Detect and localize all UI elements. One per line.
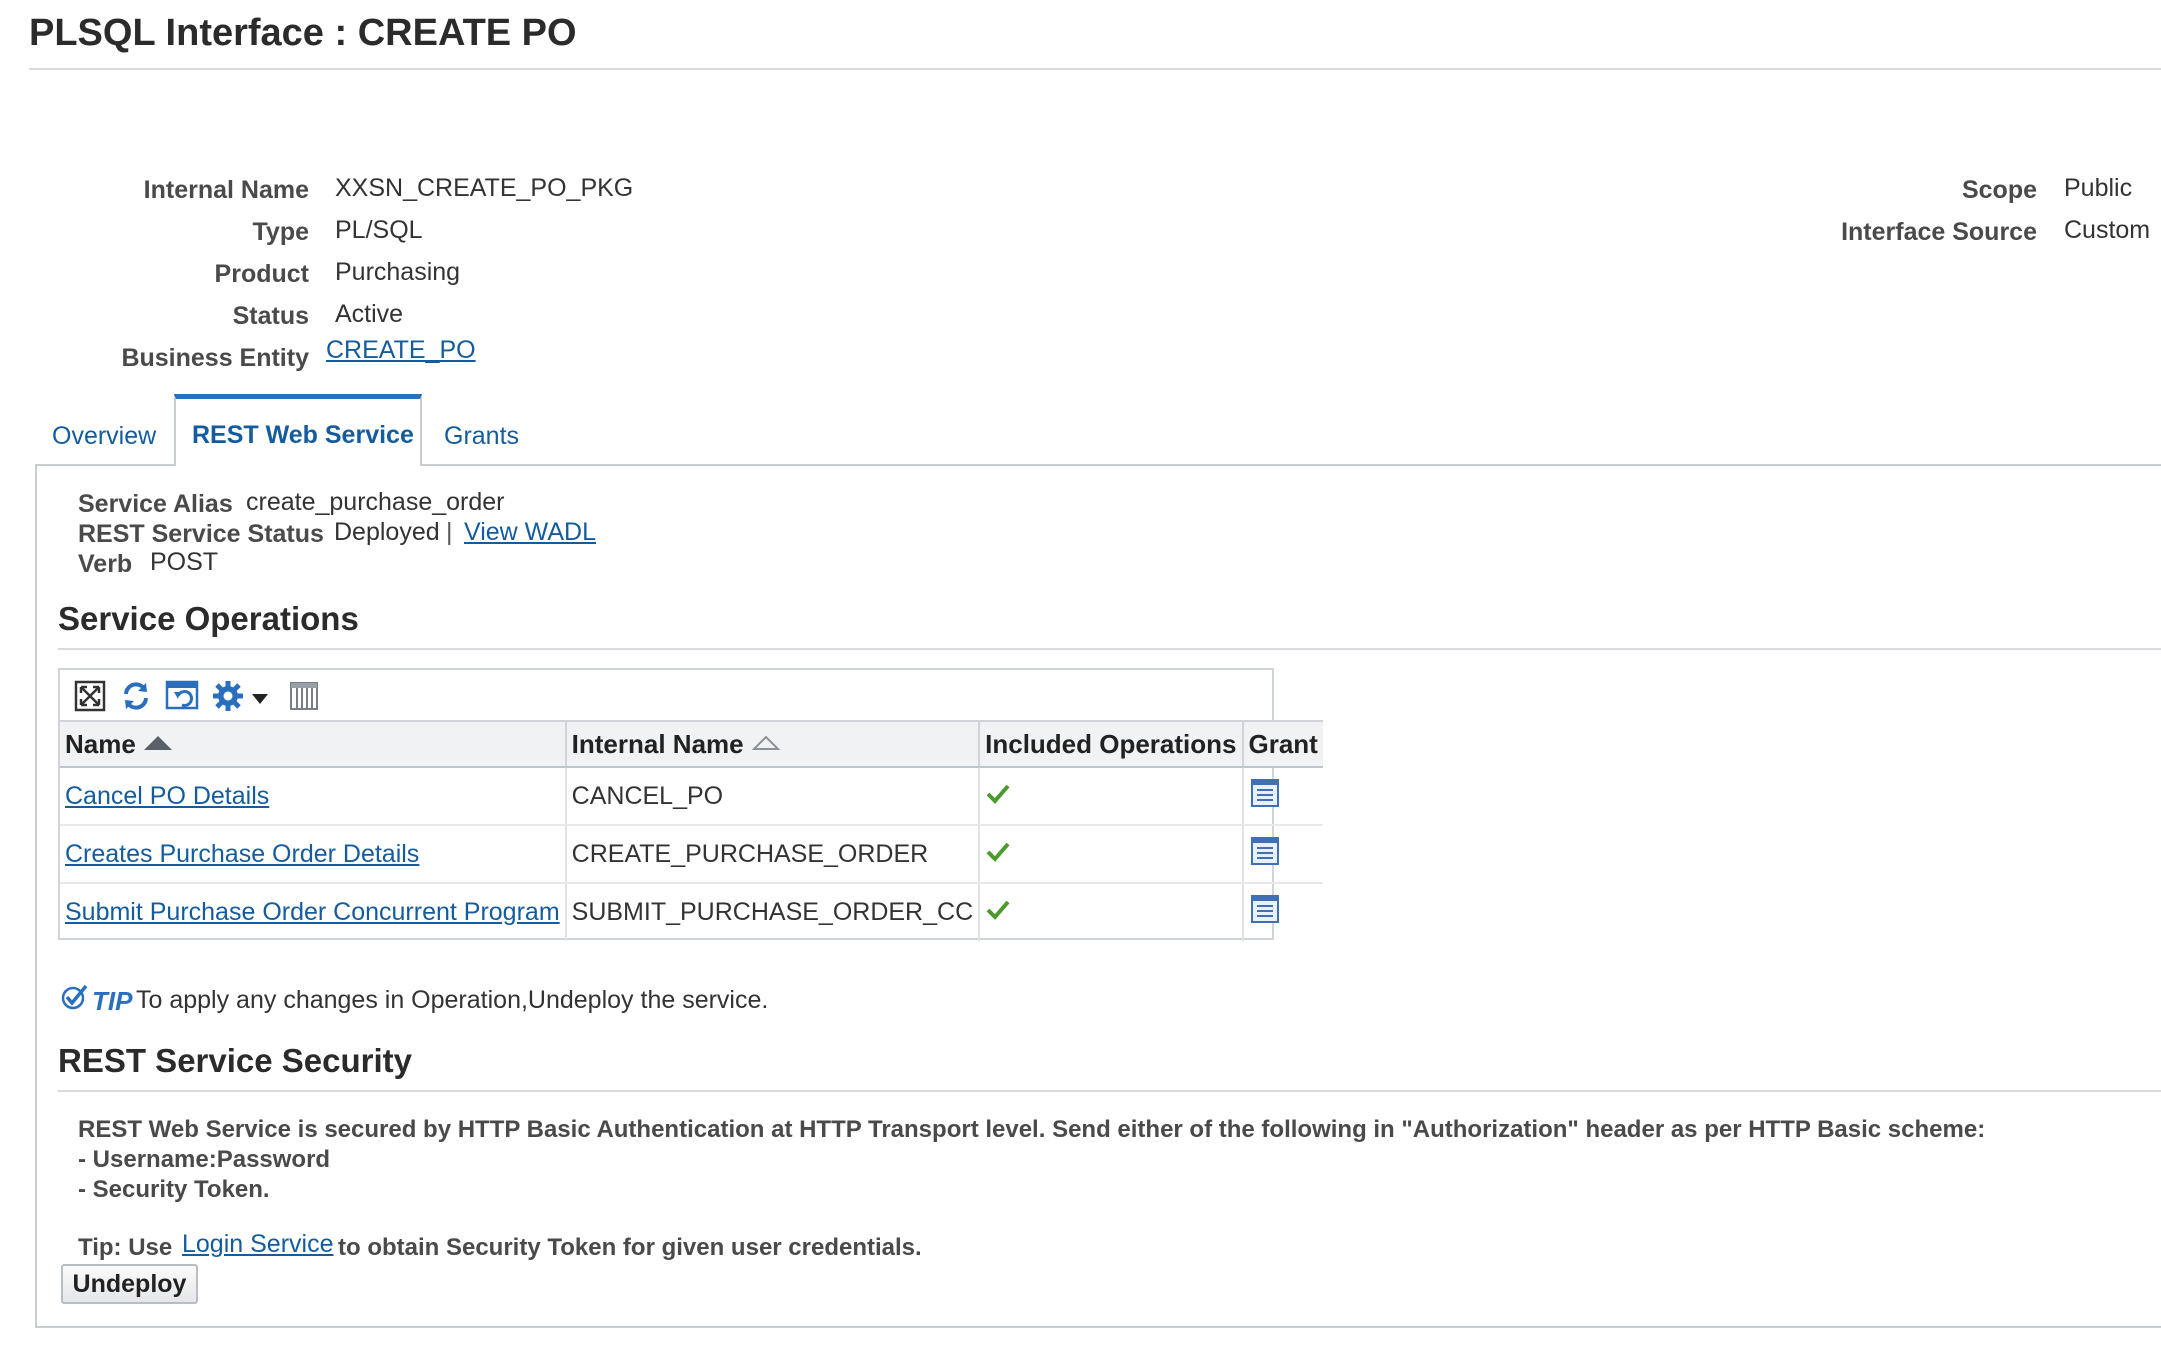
operation-name-link[interactable]: Creates Purchase Order Details [65, 840, 419, 868]
table-row: Submit Purchase Order Concurrent Program… [60, 883, 1323, 941]
status-separator: | [446, 518, 453, 546]
page-title: PLSQL Interface : CREATE PO [29, 12, 577, 54]
verb-value: POST [150, 548, 219, 576]
table-toolbar [60, 670, 1272, 720]
security-description: REST Web Service is secured by HTTP Basi… [78, 1116, 1986, 1143]
reset-icon[interactable] [164, 678, 200, 714]
grant-details-icon[interactable] [1249, 893, 1281, 925]
internal-name-label: Internal Name [143, 176, 309, 204]
operation-name-link[interactable]: Submit Purchase Order Concurrent Program [65, 898, 560, 926]
tip-check-icon [61, 984, 88, 1010]
rest-service-security-heading: REST Service Security [58, 1042, 413, 1079]
tip-label: TIP [92, 986, 133, 1016]
service-alias-label: Service Alias [78, 490, 233, 518]
columns-icon[interactable] [286, 678, 322, 714]
business-entity-link[interactable]: CREATE_PO [326, 336, 476, 365]
column-header-included-operations: Included Operations [979, 720, 1244, 768]
tip-text: To apply any changes in Operation,Undepl… [136, 986, 769, 1014]
grant-details-icon[interactable] [1249, 835, 1281, 867]
type-label: Type [252, 218, 310, 246]
rest-service-security-divider [58, 1090, 2161, 1092]
rest-status-value: Deployed [334, 518, 440, 546]
login-service-link[interactable]: Login Service [182, 1230, 333, 1259]
check-icon [986, 900, 1010, 920]
check-icon [986, 784, 1010, 804]
operation-name-link[interactable]: Cancel PO Details [65, 782, 269, 810]
view-wadl-link[interactable]: View WADL [464, 518, 596, 547]
service-operations-heading: Service Operations [58, 600, 359, 637]
table-row: Cancel PO Details CANCEL_PO [60, 767, 1323, 826]
column-header-internal-name-label: Internal Name [571, 728, 744, 759]
product-value: Purchasing [335, 258, 461, 286]
tab-overview[interactable]: Overview [52, 422, 156, 451]
tab-grants[interactable]: Grants [444, 422, 519, 451]
column-header-internal-name[interactable]: Internal Name [565, 720, 981, 768]
dropdown-arrow-icon[interactable] [248, 678, 272, 714]
undeploy-button[interactable]: Undeploy [61, 1264, 198, 1304]
sort-ascending-icon[interactable] [143, 735, 172, 750]
tab-rest-web-service[interactable]: REST Web Service [174, 394, 422, 466]
operation-internal-name: CREATE_PURCHASE_ORDER [565, 825, 981, 884]
operations-table-panel: Name Internal Name Included Operations G… [58, 668, 1323, 941]
interface-source-value: Custom [2064, 216, 2151, 244]
product-label: Product [214, 260, 309, 288]
service-alias-value: create_purchase_order [246, 488, 505, 516]
operation-internal-name: SUBMIT_PURCHASE_ORDER_CC [565, 883, 981, 941]
table-header-row: Name Internal Name Included Operations G… [60, 720, 1323, 768]
column-header-name[interactable]: Name [60, 720, 567, 768]
operations-table: Name Internal Name Included Operations G… [60, 720, 1323, 941]
rest-status-label: REST Service Status [78, 520, 324, 548]
status-label: Status [232, 302, 309, 330]
grant-details-icon[interactable] [1249, 777, 1281, 809]
table-row: Creates Purchase Order Details CREATE_PU… [60, 825, 1323, 884]
business-entity-label: Business Entity [121, 344, 309, 372]
security-tip-prefix: Tip: Use [78, 1234, 173, 1261]
security-option-token: - Security Token. [78, 1176, 270, 1203]
operation-internal-name: CANCEL_PO [565, 767, 981, 826]
verb-label: Verb [78, 550, 133, 578]
title-divider [29, 68, 2161, 70]
settings-icon[interactable] [210, 678, 246, 714]
scope-value: Public [2064, 174, 2133, 202]
scope-label: Scope [1961, 176, 2037, 204]
security-option-credentials: - Username:Password [78, 1146, 331, 1173]
type-value: PL/SQL [335, 216, 423, 244]
status-value: Active [335, 300, 404, 328]
check-icon [986, 842, 1010, 862]
column-header-grant: Grant [1242, 720, 1323, 768]
refresh-icon[interactable] [118, 678, 154, 714]
sort-unsorted-icon[interactable] [751, 735, 780, 751]
service-operations-divider [58, 648, 2161, 650]
interface-source-label: Interface Source [1841, 218, 2037, 246]
security-tip-suffix: to obtain Security Token for given user … [338, 1234, 922, 1261]
column-header-name-label: Name [65, 728, 136, 759]
detach-icon[interactable] [72, 678, 108, 714]
internal-name-value: XXSN_CREATE_PO_PKG [335, 174, 634, 202]
tab-rest-web-service-label: REST Web Service [192, 421, 414, 449]
